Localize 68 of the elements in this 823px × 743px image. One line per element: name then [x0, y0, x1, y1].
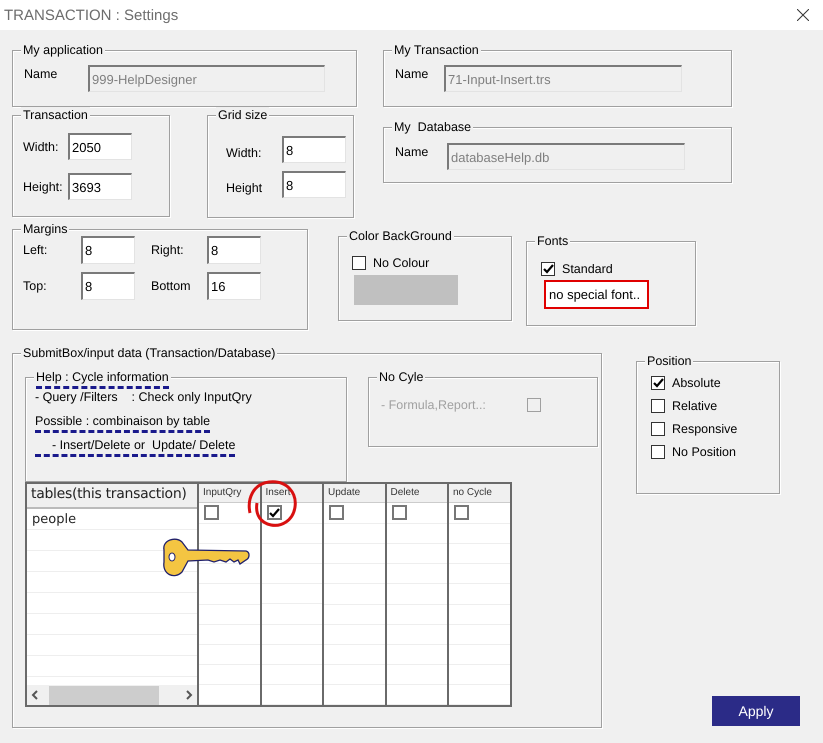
checkbox[interactable]	[454, 505, 469, 520]
scroll-left-icon[interactable]	[31, 690, 39, 700]
group-title: My Transaction	[394, 43, 479, 57]
scroll-right-icon[interactable]	[185, 690, 193, 700]
field-label: Height	[226, 180, 264, 194]
group-title: Fonts	[537, 234, 568, 248]
scroll-thumb[interactable]	[49, 686, 159, 704]
field-label: Width:	[23, 140, 60, 154]
checkbox[interactable]	[651, 422, 665, 436]
group-title: Position	[647, 354, 692, 368]
close-icon[interactable]	[797, 9, 809, 21]
field-label: Name	[395, 145, 430, 159]
text-field[interactable]: 8	[81, 272, 135, 300]
group-title: No Cyle	[379, 370, 424, 384]
group-title: Help : Cycle information	[36, 370, 169, 389]
field-label: Name	[24, 67, 58, 81]
checkbox[interactable]	[266, 505, 282, 520]
scrollbar[interactable]	[27, 685, 197, 705]
checkbox[interactable]	[651, 376, 665, 390]
checkbox-option[interactable]: Absolute	[651, 376, 779, 390]
checkbox[interactable]	[392, 505, 406, 520]
text-field[interactable]: 8	[282, 136, 346, 163]
disabled-label: - Formula,Report..:	[381, 398, 487, 412]
checkbox-option[interactable]: No Colour	[352, 256, 511, 270]
checkbox[interactable]	[204, 505, 219, 520]
group-title: My application	[23, 43, 103, 57]
field-label: Name	[395, 67, 430, 81]
text-field[interactable]: 8	[81, 236, 135, 264]
font-note: no special font..	[544, 280, 649, 309]
group-title: Transaction	[23, 108, 88, 122]
checkbox-option[interactable]: Standard	[541, 262, 695, 276]
column-header[interactable]: Update	[324, 484, 384, 504]
window-title: TRANSACTION : Settings	[4, 6, 178, 24]
text-field[interactable]: 8	[207, 236, 261, 264]
group-title: My Database	[394, 120, 472, 134]
checkbox[interactable]	[352, 256, 366, 270]
column-header[interactable]: Insert	[262, 484, 322, 504]
help-text: - Insert/Delete or Update/ Delete	[35, 438, 236, 457]
field-label: Top:	[23, 279, 48, 293]
checkbox-option[interactable]: Relative	[651, 399, 779, 413]
field-label: Width:	[226, 146, 262, 160]
table-row[interactable]: people	[27, 509, 197, 530]
column-header[interactable]: Delete	[386, 484, 447, 504]
field-label: Height:	[23, 180, 64, 194]
checkbox-option[interactable]: Responsive	[651, 422, 779, 436]
column-header[interactable]: no Cycle	[449, 484, 510, 504]
text-field[interactable]: 8	[282, 171, 346, 198]
column-header[interactable]: tables(this transaction)	[27, 484, 197, 509]
group-title: Grid size	[218, 108, 268, 122]
text-field[interactable]: 16	[207, 272, 261, 300]
group-title: Color BackGround	[349, 229, 452, 243]
checkbox[interactable]	[329, 505, 344, 520]
checkbox[interactable]	[651, 445, 665, 459]
text-field[interactable]: 3693	[68, 173, 132, 200]
column-header[interactable]: InputQry	[199, 484, 260, 504]
field-label: Left:	[23, 243, 48, 257]
help-text: - Query /Filters : Check only InputQry	[35, 390, 252, 406]
field-label: Right:	[151, 243, 185, 257]
checkbox[interactable]	[541, 262, 555, 276]
help-text: Possible : combinaison by table	[35, 414, 210, 433]
color-swatch[interactable]	[354, 275, 458, 305]
group-title: SubmitBox/input data (Transaction/Database)	[23, 346, 276, 360]
field-label: Bottom	[151, 279, 192, 293]
checkbox[interactable]	[651, 399, 665, 413]
text-field[interactable]: 2050	[68, 133, 132, 160]
apply-button[interactable]: Apply	[712, 696, 800, 726]
checkbox-option[interactable]: No Position	[651, 445, 779, 459]
group-title: Margins	[23, 222, 68, 236]
